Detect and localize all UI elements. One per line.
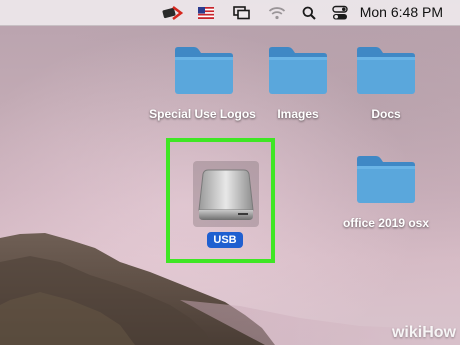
folder-icon	[269, 47, 327, 94]
desktop-item-label: Images	[277, 107, 319, 121]
external-drive-icon	[198, 169, 254, 220]
control-center-icon[interactable]	[330, 3, 350, 22]
desktop-item-label: USB	[207, 232, 243, 248]
usb-eject-icon[interactable]	[160, 3, 184, 22]
menu-bar: Mon 6:48 PM	[0, 0, 460, 26]
desktop-item-label: office 2019 osx	[342, 216, 430, 230]
desktop-item-label: Special Use Logos	[149, 107, 256, 121]
folder-icon	[175, 47, 233, 94]
folder-icon	[357, 156, 415, 203]
desktop-item-label: Docs	[371, 107, 401, 121]
watermark: wikiHow	[391, 324, 456, 341]
search-icon[interactable]	[300, 3, 318, 22]
window-switcher-icon[interactable]	[232, 3, 252, 22]
menu-bar-clock[interactable]: Mon 6:48 PM	[360, 4, 443, 20]
flag-us-icon[interactable]	[197, 3, 215, 22]
folder-icon	[357, 47, 415, 94]
wifi-icon[interactable]	[267, 3, 287, 22]
